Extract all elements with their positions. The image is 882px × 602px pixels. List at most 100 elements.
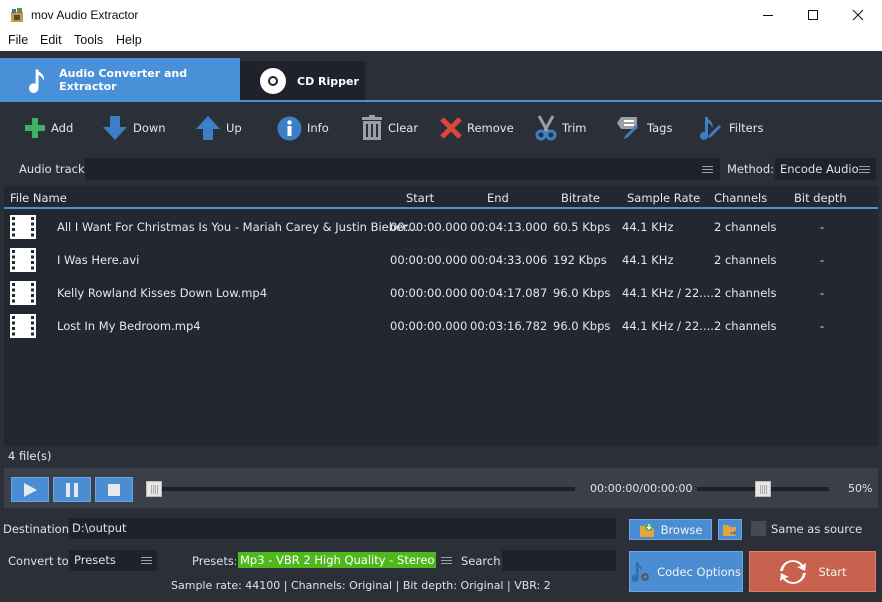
time-display: 00:00:00/00:00:00: [590, 482, 693, 495]
pause-button[interactable]: [53, 477, 91, 502]
table-row[interactable]: I Was Here.avi 00:00:00.000 00:04:33.006 19…: [4, 244, 878, 277]
toolbar: Add Down Up Info Clear Remove Trim Tags: [0, 102, 882, 154]
table-row[interactable]: All I Want For Christmas Is You - Mariah…: [4, 211, 878, 244]
remove-button[interactable]: Remove: [440, 115, 514, 141]
browse-button[interactable]: Browse: [629, 519, 712, 540]
stop-button[interactable]: [95, 477, 133, 502]
convert-to-label: Convert to:: [8, 554, 73, 568]
column-bit-depth[interactable]: Bit depth: [794, 191, 847, 205]
cell-name: All I Want For Christmas Is You - Mariah…: [57, 220, 418, 234]
minimize-icon: [763, 15, 773, 16]
menu-file[interactable]: File: [8, 33, 28, 47]
cell-bit-depth: -: [820, 319, 825, 333]
table-row[interactable]: Lost In My Bedroom.mp4 00:00:00.000 00:03:…: [4, 310, 878, 343]
maximize-button[interactable]: [790, 0, 836, 30]
close-button[interactable]: [835, 0, 881, 30]
method-select[interactable]: Encode Audio: [775, 158, 876, 180]
trim-button[interactable]: Trim: [535, 115, 586, 141]
arrow-up-icon: [196, 116, 220, 140]
cell-channels: 2 channels: [714, 220, 777, 234]
audio-track-label: Audio track:: [19, 162, 89, 176]
music-edit-icon: [700, 117, 721, 140]
start-button[interactable]: Start: [749, 551, 876, 592]
cell-sample-rate: 44.1 KHz: [622, 220, 674, 234]
cell-sample-rate: 44.1 KHz / 22....: [622, 319, 714, 333]
info-icon: [277, 116, 302, 140]
convert-to-select[interactable]: Presets: [69, 550, 157, 571]
volume-slider-thumb[interactable]: [755, 481, 771, 497]
minimize-button[interactable]: [745, 0, 791, 30]
tab-cd-ripper[interactable]: CD Ripper: [240, 61, 365, 101]
column-end[interactable]: End: [487, 191, 509, 205]
dropdown-icon: [702, 166, 713, 173]
open-folder-button[interactable]: [718, 519, 742, 540]
method-label: Method:: [727, 162, 775, 176]
down-button[interactable]: Down: [102, 115, 166, 141]
dropdown-icon: [441, 557, 452, 564]
column-sample-rate[interactable]: Sample Rate: [627, 191, 700, 205]
table-header: File Name Start End Bitrate Sample Rate …: [4, 186, 878, 209]
filters-label: Filters: [729, 121, 764, 135]
cell-end: 00:04:17.087: [470, 286, 548, 300]
cell-name: Lost In My Bedroom.mp4: [57, 319, 201, 333]
tags-button[interactable]: Tags: [616, 115, 672, 141]
filters-button[interactable]: Filters: [698, 115, 763, 141]
cell-bit-depth: -: [820, 253, 825, 267]
add-button[interactable]: Add: [24, 115, 73, 141]
video-file-icon: [10, 215, 36, 239]
destination-input[interactable]: D:\output: [69, 518, 616, 539]
up-button[interactable]: Up: [195, 115, 242, 141]
menu-help[interactable]: Help: [116, 33, 142, 47]
arrow-down-icon: [103, 116, 127, 140]
remove-label: Remove: [467, 121, 514, 135]
app-icon: [11, 8, 23, 22]
player-bar: 00:00:00/00:00:00 50%: [4, 468, 878, 508]
cell-bitrate: 96.0 Kbps: [553, 319, 611, 333]
cell-bit-depth: -: [820, 220, 825, 234]
same-as-source-checkbox[interactable]: [751, 521, 766, 536]
column-bitrate[interactable]: Bitrate: [561, 191, 600, 205]
cell-bitrate: 60.5 Kbps: [553, 220, 611, 234]
folder-download-icon: [639, 522, 654, 537]
column-channels[interactable]: Channels: [714, 191, 767, 205]
close-icon: [852, 9, 864, 21]
music-note-icon: [28, 68, 44, 93]
plus-icon: [25, 118, 45, 138]
x-icon: [440, 117, 462, 139]
dropdown-icon: [141, 557, 152, 564]
cell-channels: 2 channels: [714, 286, 777, 300]
volume-percent: 50%: [848, 482, 873, 495]
same-as-source-label[interactable]: Same as source: [771, 522, 862, 536]
presets-select[interactable]: Mp3 - VBR 2 High Quality - Stereo - 44: [236, 550, 455, 571]
tab-cd-ripper-label: CD Ripper: [297, 74, 359, 88]
cell-start: 00:00:00.000: [390, 220, 468, 234]
tag-edit-icon: [617, 117, 638, 139]
window-title: mov Audio Extractor: [31, 8, 139, 22]
audio-track-row: Audio track: Method: Encode Audio: [0, 155, 882, 183]
cell-channels: 2 channels: [714, 253, 777, 267]
seek-slider[interactable]: [146, 487, 575, 491]
tab-bar: Audio Converter and Extractor CD Ripper: [0, 51, 882, 102]
presets-label: Presets:: [192, 554, 238, 568]
tab-audio-converter[interactable]: Audio Converter and Extractor: [0, 58, 240, 101]
table-row[interactable]: Kelly Rowland Kisses Down Low.mp4 00:00:0…: [4, 277, 878, 310]
codec-options-button[interactable]: Codec Options: [629, 551, 743, 592]
seek-slider-thumb[interactable]: [146, 481, 162, 497]
play-button[interactable]: [11, 477, 49, 502]
dropdown-icon: [859, 166, 870, 173]
cell-bitrate: 96.0 Kbps: [553, 286, 611, 300]
audio-track-select[interactable]: [85, 158, 720, 180]
clear-button[interactable]: Clear: [361, 115, 418, 141]
menu-edit[interactable]: Edit: [40, 33, 62, 47]
search-input[interactable]: [502, 550, 616, 571]
cell-end: 00:04:33.006: [470, 253, 548, 267]
video-file-icon: [10, 248, 36, 272]
play-icon: [24, 482, 37, 497]
menu-tools[interactable]: Tools: [74, 33, 103, 47]
column-file-name[interactable]: File Name: [10, 191, 67, 205]
info-button[interactable]: Info: [277, 115, 329, 141]
column-start[interactable]: Start: [406, 191, 434, 205]
start-label: Start: [818, 564, 847, 579]
main-panel: Audio Converter and Extractor CD Ripper …: [0, 51, 882, 602]
cell-sample-rate: 44.1 KHz / 22....: [622, 286, 714, 300]
